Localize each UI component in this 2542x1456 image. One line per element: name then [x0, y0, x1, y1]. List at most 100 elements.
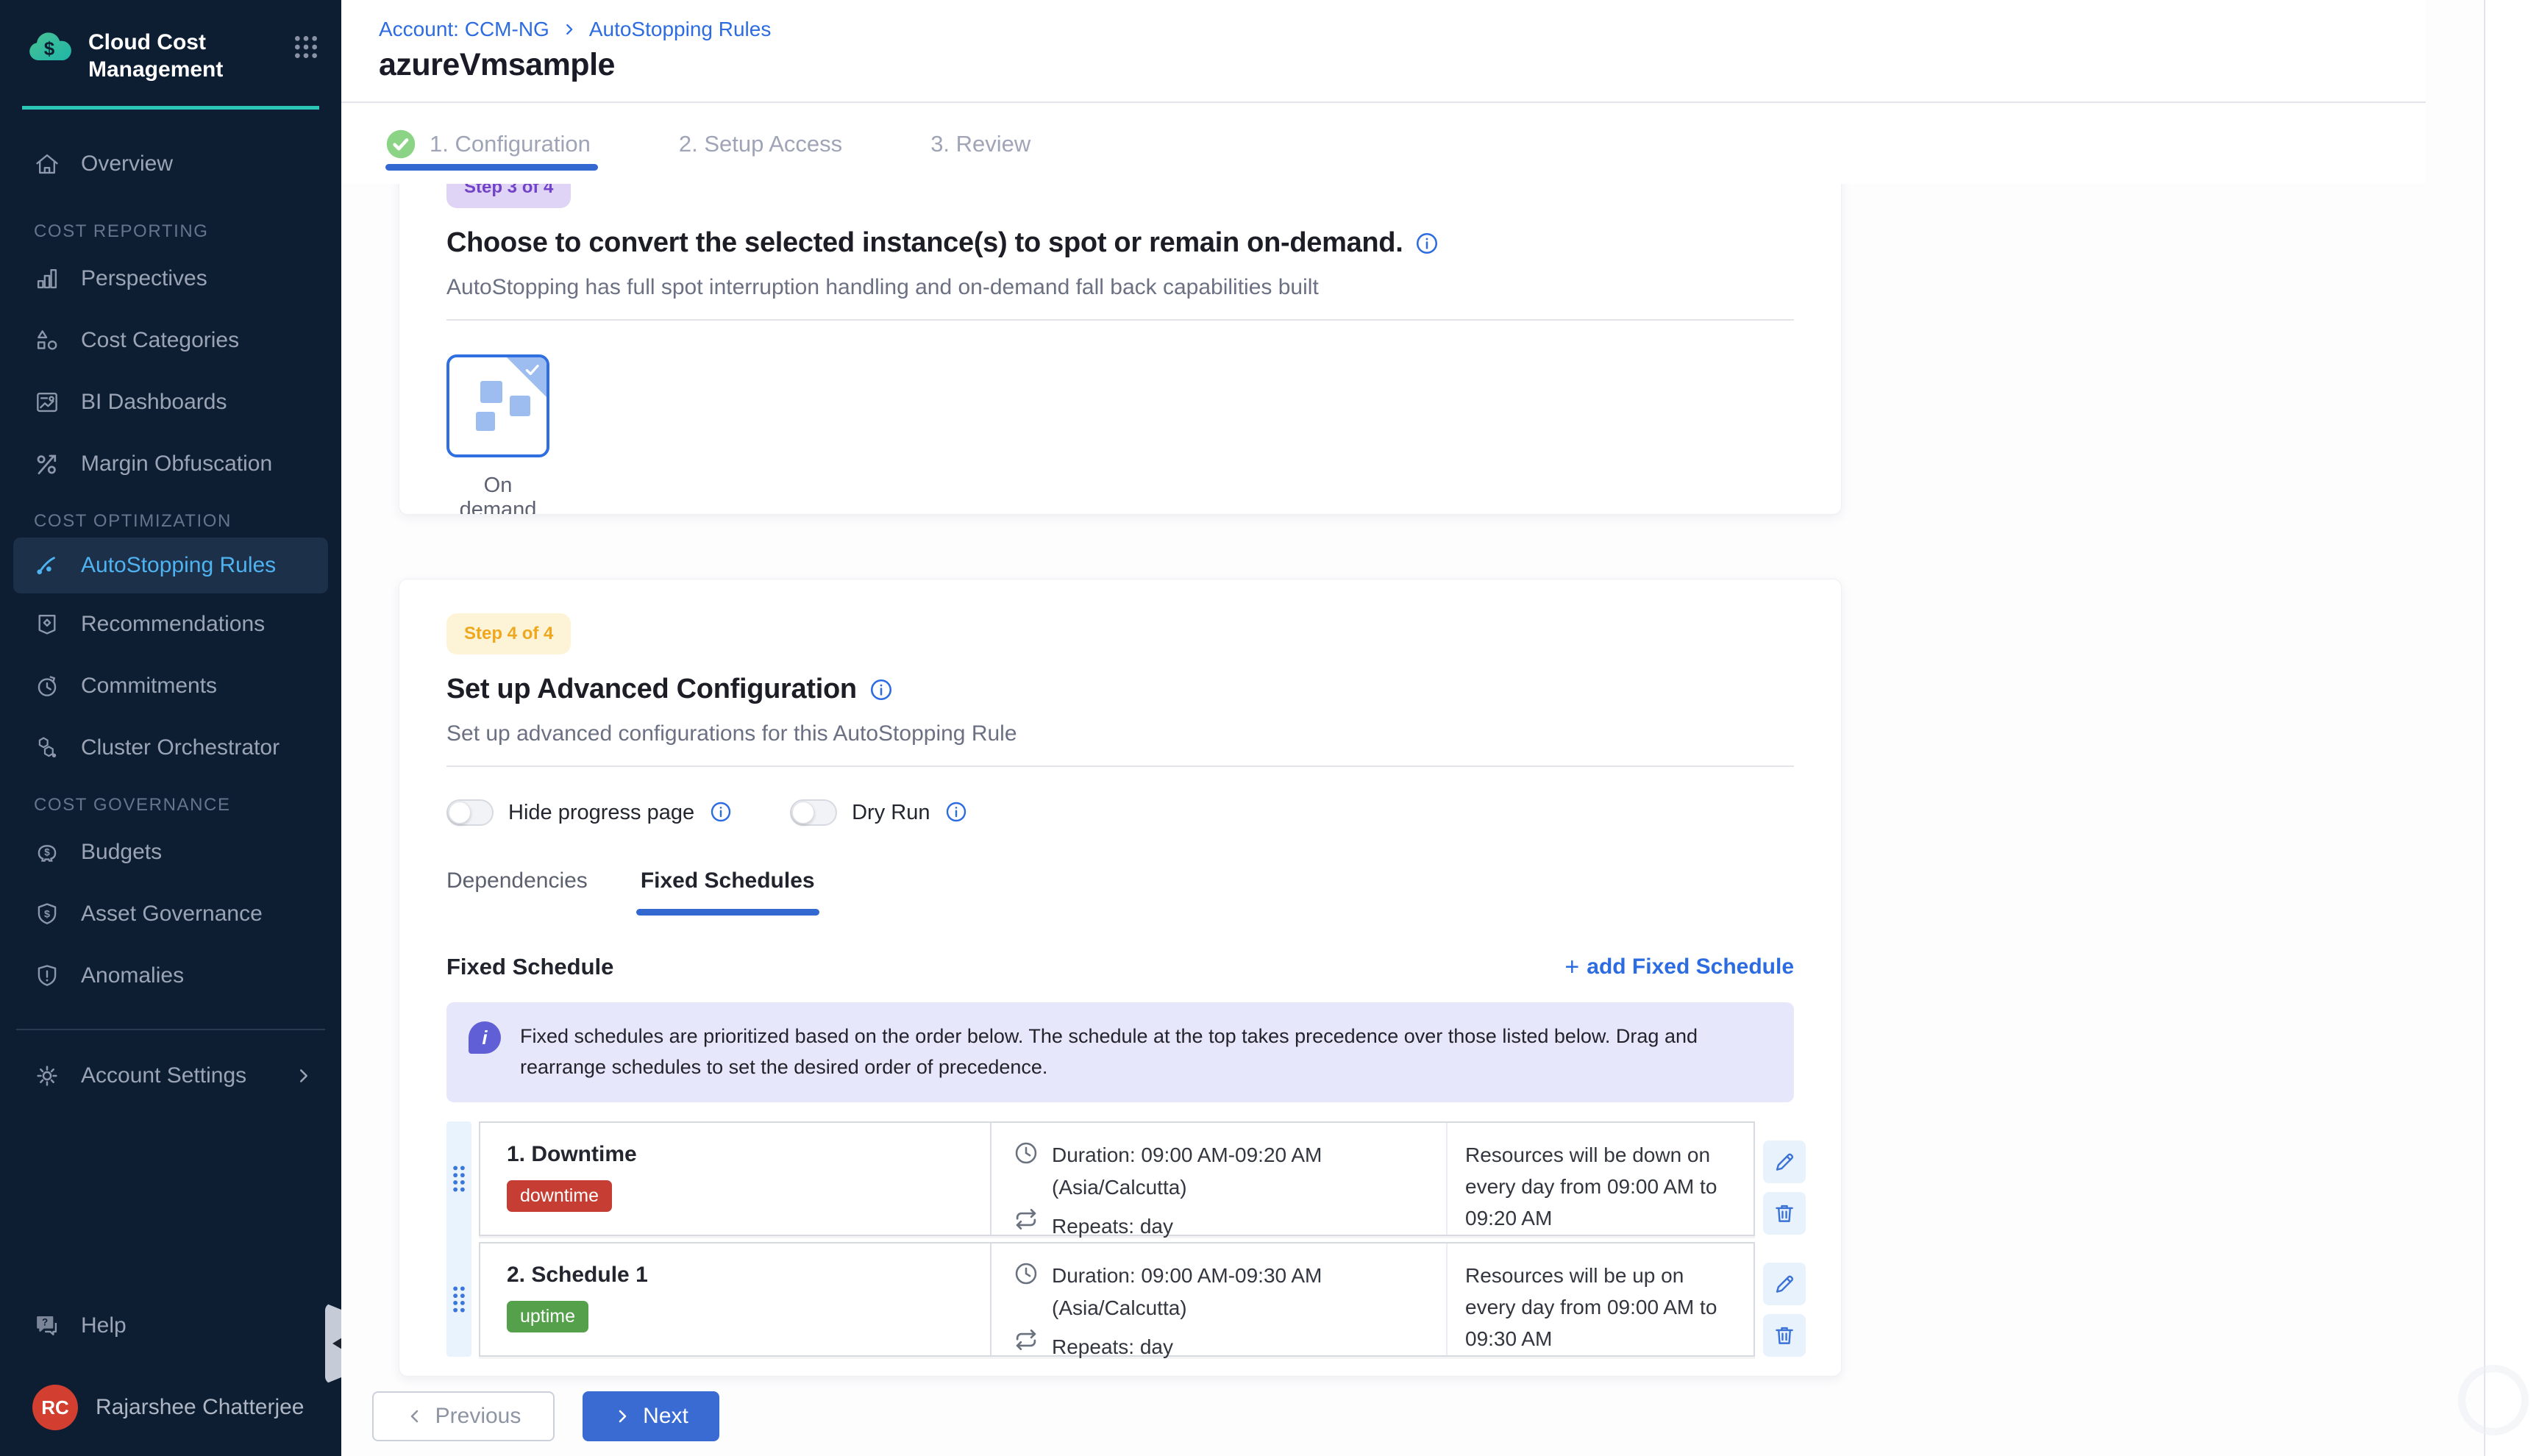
tab-fixed-schedules[interactable]: Fixed Schedules — [641, 868, 815, 916]
sidebar-item-label: Help — [81, 1313, 127, 1338]
shapes-icon — [32, 326, 62, 355]
info-icon[interactable] — [1414, 231, 1439, 256]
toggle-label: Hide progress page — [508, 801, 694, 825]
floating-widget-ghost — [2458, 1365, 2529, 1435]
shield-alert-icon — [32, 961, 62, 991]
spot-ondemand-card: Step 3 of 4 Choose to convert the select… — [399, 184, 1842, 515]
previous-label: Previous — [435, 1404, 521, 1429]
schedule-list: 1. Downtime downtime — [446, 1121, 1794, 1357]
drag-handle-icon[interactable] — [449, 1155, 469, 1202]
hexagons-icon — [32, 733, 62, 763]
module-accent-line — [22, 106, 319, 110]
advanced-toggles: Hide progress page Dry Run — [446, 799, 1794, 826]
autostopping-icon — [32, 551, 62, 580]
ondemand-tile[interactable] — [446, 354, 549, 457]
sidebar-item-commitments[interactable]: Commitments — [0, 655, 341, 717]
hide-progress-toggle[interactable] — [446, 799, 494, 826]
card-subheading: Set up advanced configurations for this … — [446, 721, 1794, 746]
schedule-when-cell: Duration: 09:00 AM-09:20 AM (Asia/Calcut… — [991, 1123, 1448, 1235]
hide-progress-toggle-group: Hide progress page — [446, 799, 734, 826]
banner-text: Fixed schedules are prioritized based on… — [520, 1021, 1741, 1083]
home-icon — [32, 149, 62, 179]
sidebar-item-asset-governance[interactable]: $ Asset Governance — [0, 883, 341, 945]
schedule-name-cell: 2. Schedule 1 uptime — [480, 1243, 991, 1355]
sidebar-item-label: Cost Categories — [81, 328, 239, 353]
info-icon[interactable] — [944, 800, 969, 825]
schedule-summary-cell: Resources will be up on every day from 0… — [1448, 1243, 1754, 1355]
bar-chart-icon — [32, 264, 62, 293]
next-button[interactable]: Next — [583, 1391, 719, 1441]
schedule-row-uptime: 2. Schedule 1 uptime — [479, 1242, 1755, 1357]
clock-refresh-icon — [32, 671, 62, 701]
info-icon[interactable] — [709, 800, 734, 825]
sidebar-item-autostopping-rules[interactable]: AutoStopping Rules — [13, 538, 328, 593]
step-label: 1. Configuration — [430, 131, 591, 157]
svg-text:$: $ — [44, 846, 50, 857]
app-title: Cloud Cost Management — [88, 28, 277, 84]
pencil-icon — [1772, 1271, 1797, 1296]
dry-run-toggle[interactable] — [790, 799, 837, 826]
sidebar-item-cost-categories[interactable]: Cost Categories — [0, 310, 341, 371]
svg-text:?: ? — [42, 1316, 48, 1327]
sidebar-item-budgets[interactable]: $ Budgets — [0, 821, 341, 883]
tab-review[interactable]: 3. Review — [930, 104, 1030, 184]
chevron-right-icon — [293, 1065, 315, 1087]
sidebar-item-anomalies[interactable]: Anomalies — [0, 945, 341, 1007]
schedule-when-cell: Duration: 09:00 AM-09:30 AM (Asia/Calcut… — [991, 1243, 1448, 1355]
help-chat-icon: ? — [32, 1311, 62, 1341]
step-label: 2. Setup Access — [679, 131, 842, 157]
sidebar-item-label: Overview — [81, 151, 173, 176]
sidebar-item-account-settings[interactable]: Account Settings — [0, 1045, 341, 1107]
delete-schedule-button[interactable] — [1763, 1314, 1806, 1357]
app-launcher-grid-icon[interactable] — [291, 32, 321, 62]
tab-setup-access[interactable]: 2. Setup Access — [679, 104, 842, 184]
add-fixed-schedule-button[interactable]: + add Fixed Schedule — [1564, 954, 1794, 979]
schedule-row-actions — [1763, 1263, 1807, 1357]
delete-schedule-button[interactable] — [1763, 1192, 1806, 1235]
piggy-bank-icon: $ — [32, 838, 62, 867]
breadcrumb-account-link[interactable]: Account: CCM-NG — [379, 18, 549, 41]
trash-icon — [1772, 1323, 1797, 1348]
chevron-right-icon — [561, 21, 577, 38]
sidebar-item-help[interactable]: ? Help — [0, 1296, 341, 1355]
tile-square — [476, 412, 495, 431]
sidebar-item-cluster-orchestrator[interactable]: Cluster Orchestrator — [0, 717, 341, 779]
page-title: azureVmsample — [379, 47, 615, 83]
cloud-cost-logo-icon: $ — [26, 28, 74, 66]
fixed-schedule-title: Fixed Schedule — [446, 954, 613, 980]
nav-section-cost-governance: COST GOVERNANCE — [0, 789, 341, 821]
step-label: 3. Review — [930, 131, 1030, 157]
tile-square — [480, 381, 502, 403]
breadcrumb-section-link[interactable]: AutoStopping Rules — [589, 18, 772, 41]
previous-button[interactable]: Previous — [372, 1391, 555, 1441]
nav-section-cost-reporting: COST REPORTING — [0, 215, 341, 248]
step-badge: Step 4 of 4 — [446, 613, 571, 654]
info-icon[interactable] — [869, 677, 894, 702]
step-complete-check-icon — [385, 129, 416, 160]
sidebar-item-label: Cluster Orchestrator — [81, 735, 280, 760]
sidebar-item-recommendations[interactable]: Recommendations — [0, 593, 341, 655]
sidebar-item-bi-dashboards[interactable]: BI Dashboards — [0, 371, 341, 433]
drag-handle-icon[interactable] — [449, 1276, 469, 1323]
sidebar-item-overview[interactable]: Overview — [0, 135, 341, 193]
sidebar-item-label: Account Settings — [81, 1063, 246, 1088]
edit-schedule-button[interactable] — [1763, 1141, 1806, 1183]
clock-icon — [1012, 1260, 1040, 1288]
toggle-knob — [792, 802, 814, 824]
sidebar-item-perspectives[interactable]: Perspectives — [0, 248, 341, 310]
scroll-content[interactable]: Step 3 of 4 Choose to convert the select… — [341, 184, 2426, 1456]
fixed-schedule-header: Fixed Schedule + add Fixed Schedule — [446, 954, 1794, 980]
edit-schedule-button[interactable] — [1763, 1263, 1806, 1305]
advanced-tabs: Dependencies Fixed Schedules — [446, 868, 1794, 916]
right-scroll-gutter[interactable] — [2484, 0, 2542, 1456]
sidebar-item-margin-obfuscation[interactable]: Margin Obfuscation — [0, 433, 341, 495]
gear-icon — [32, 1061, 62, 1091]
sidebar: $ Cloud Cost Management Overview COST RE… — [0, 0, 341, 1456]
tab-dependencies[interactable]: Dependencies — [446, 868, 588, 916]
user-profile[interactable]: RC Rajarshee Chatterjee — [0, 1377, 341, 1438]
schedule-type-badge: uptime — [507, 1301, 588, 1332]
when-icons — [1011, 1260, 1042, 1355]
recommendation-tag-icon — [32, 610, 62, 639]
tab-configuration[interactable]: 1. Configuration — [385, 104, 591, 184]
schedule-type-badge: downtime — [507, 1180, 612, 1212]
